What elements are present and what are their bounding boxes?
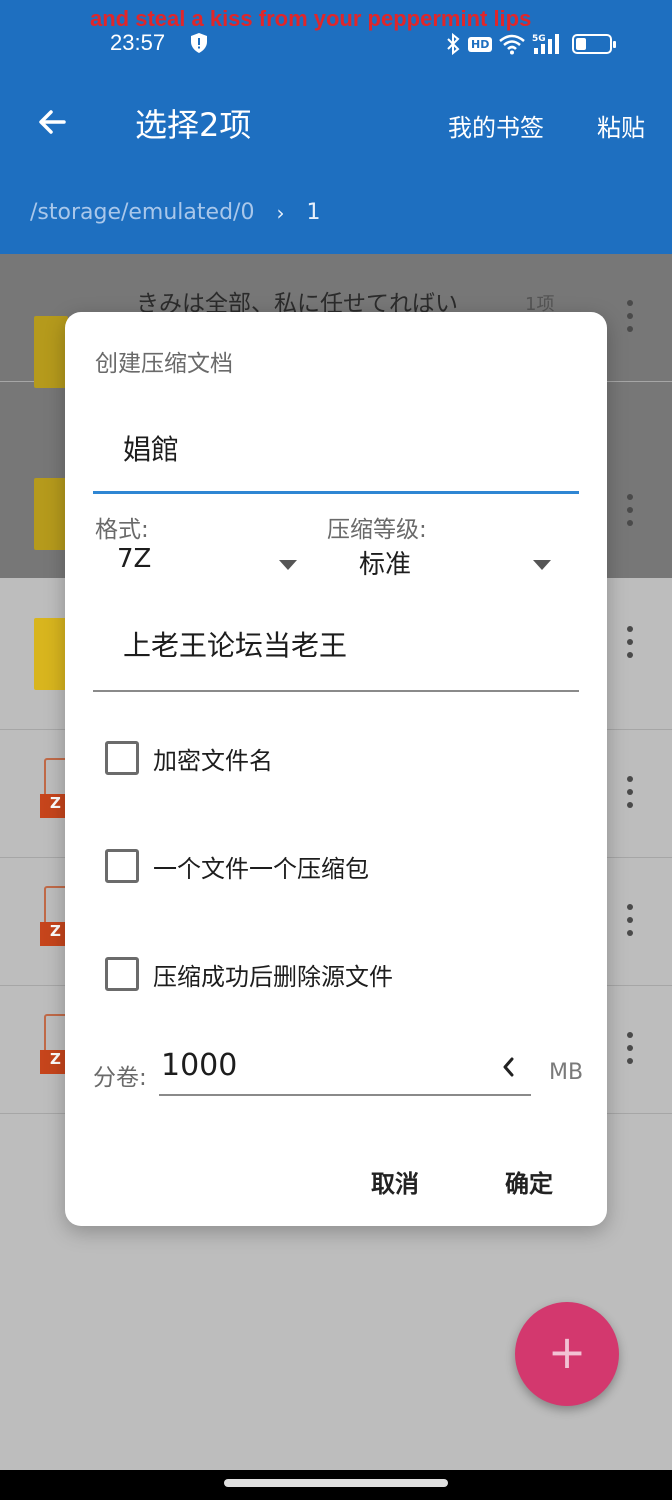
status-time: 23:57	[110, 30, 166, 55]
more-options-icon[interactable]	[626, 1032, 634, 1072]
shield-icon	[191, 33, 207, 53]
cancel-button[interactable]: 取消	[371, 1164, 419, 1199]
toolbar-title: 选择2项	[135, 106, 252, 144]
home-gesture-pill[interactable]	[224, 1479, 448, 1487]
dialog-title: 创建压缩文档	[95, 351, 233, 377]
chevron-right-icon: ›	[276, 200, 285, 225]
status-icons: HD 5G	[444, 30, 617, 58]
split-volume-input[interactable]: 1000	[159, 1048, 531, 1096]
add-fab-button[interactable]: +	[515, 1302, 619, 1406]
checkbox-label: 加密文件名	[153, 746, 273, 775]
checkbox-label: 一个文件一个压缩包	[153, 854, 369, 883]
breadcrumb: /storage/emulated/0 › 1	[30, 200, 320, 225]
bookmarks-button[interactable]: 我的书签	[448, 108, 544, 143]
one-archive-per-file-option[interactable]: 一个文件一个压缩包	[105, 846, 369, 886]
format-dropdown[interactable]: 7Z	[117, 544, 297, 586]
status-bar: 23:57 HD 5G	[0, 26, 672, 62]
delete-source-option[interactable]: 压缩成功后删除源文件	[105, 954, 393, 994]
toolbar: 选择2项 我的书签 粘贴	[0, 90, 672, 154]
compression-level-value: 标准	[359, 550, 412, 580]
confirm-button[interactable]: 确定	[505, 1164, 553, 1199]
more-options-icon[interactable]	[626, 494, 634, 534]
folder-icon	[34, 618, 68, 690]
wifi-icon	[499, 34, 526, 55]
format-label: 格式:	[95, 517, 149, 543]
more-options-icon[interactable]	[626, 776, 634, 816]
compression-level-label: 压缩等级:	[327, 517, 427, 543]
more-options-icon[interactable]	[626, 904, 634, 944]
split-unit: MB	[549, 1060, 584, 1085]
chevron-left-icon[interactable]	[501, 1056, 515, 1078]
format-value: 7Z	[117, 544, 152, 574]
navigation-bar	[0, 1470, 672, 1500]
app-bar: and steal a kiss from your peppermint li…	[0, 0, 672, 254]
back-arrow-icon[interactable]	[34, 104, 70, 140]
more-options-icon[interactable]	[626, 300, 634, 340]
paste-button[interactable]: 粘贴	[597, 108, 645, 143]
checkbox[interactable]	[105, 849, 139, 883]
folder-icon	[34, 478, 68, 550]
signal-icon: 5G	[532, 34, 560, 54]
breadcrumb-root[interactable]: /storage/emulated/0	[30, 200, 254, 225]
encrypt-filenames-option[interactable]: 加密文件名	[105, 738, 273, 778]
archive-comment-input[interactable]: 上老王论坛当老王	[93, 608, 579, 692]
split-volume-label: 分卷:	[93, 1065, 147, 1091]
hd-badge: HD	[468, 36, 493, 52]
dropdown-arrow-icon	[533, 560, 551, 570]
compression-level-dropdown[interactable]: 标准	[359, 544, 559, 586]
bluetooth-icon	[447, 32, 460, 56]
archive-name-input[interactable]: 娼館	[93, 404, 579, 494]
breadcrumb-current[interactable]: 1	[306, 200, 320, 225]
folder-icon	[34, 316, 68, 388]
create-archive-dialog: 创建压缩文档 娼館 格式: 压缩等级: 7Z 标准 上老王论坛当老王 加密文件名…	[65, 312, 607, 1226]
checkbox-label: 压缩成功后删除源文件	[153, 962, 393, 991]
network-label: 5G	[532, 34, 546, 44]
battery-icon	[572, 34, 617, 54]
more-options-icon[interactable]	[626, 626, 634, 666]
checkbox[interactable]	[105, 741, 139, 775]
dropdown-arrow-icon	[279, 560, 297, 570]
checkbox[interactable]	[105, 957, 139, 991]
